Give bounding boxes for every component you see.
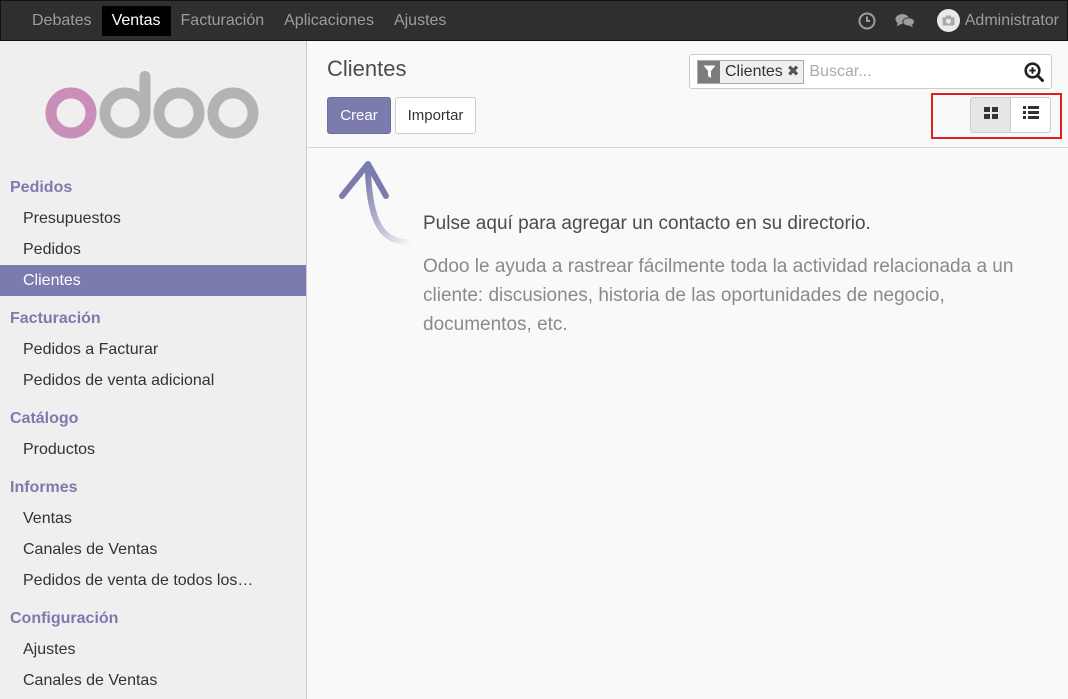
- help-text: Odoo le ayuda a rastrear fácilmente toda…: [423, 256, 1014, 335]
- kanban-view-button[interactable]: [970, 97, 1011, 133]
- sidebar-section-title: Configuración: [10, 610, 119, 627]
- menu-gap: [0, 465, 306, 472]
- sidebar-section-title: Facturación: [10, 310, 101, 327]
- clock-icon[interactable]: [857, 11, 877, 31]
- topnav-item[interactable]: Facturación: [171, 6, 275, 36]
- menu-gap: [0, 596, 306, 603]
- kanban-view-icon: [983, 106, 998, 124]
- sidebar-section-title: Catálogo: [10, 410, 79, 427]
- search-input[interactable]: Buscar...: [809, 63, 871, 81]
- search-facet-label: Clientes: [725, 62, 783, 80]
- sidebar-item[interactable]: Productos: [0, 434, 306, 465]
- topnav-item[interactable]: Ventas: [101, 5, 171, 36]
- sidebar-item[interactable]: Clientes: [0, 265, 306, 296]
- odoo-logo: [45, 71, 259, 139]
- list-view-icon: [1022, 106, 1039, 124]
- search-zoom-icon[interactable]: [1024, 62, 1044, 82]
- topnav-item[interactable]: Debates: [22, 6, 102, 36]
- systray: Administrator: [857, 1, 1067, 40]
- close-icon[interactable]: ✖: [787, 61, 804, 83]
- sidebar-item[interactable]: Ventas: [0, 503, 306, 534]
- sidebar-item[interactable]: Canales de Ventas: [0, 665, 306, 696]
- curved-arrow-icon: [339, 161, 415, 246]
- sidebar-item[interactable]: Presupuestos: [0, 203, 306, 234]
- chat-icon[interactable]: [895, 11, 915, 31]
- sidebar-item[interactable]: Ajustes: [0, 634, 306, 665]
- sidebar-item[interactable]: Pedidos: [0, 234, 306, 265]
- camera-icon[interactable]: [936, 9, 960, 32]
- user-menu[interactable]: Administrator: [965, 12, 1059, 30]
- page-title: Clientes: [327, 56, 407, 81]
- search-bar[interactable]: Clientes ✖ Buscar...: [689, 54, 1052, 89]
- sidebar-menu: Pedidos Presupuestos Pedidos Clientes Factur…: [0, 172, 306, 696]
- top-navbar: Debates Ventas Facturación Aplicaciones Ajus…: [0, 0, 1068, 41]
- control-panel-divider: [307, 147, 1068, 148]
- create-button[interactable]: Crear: [327, 97, 391, 134]
- import-button[interactable]: Importar: [395, 97, 476, 134]
- help-title: Pulse aquí para agregar un contacto en s…: [423, 213, 871, 234]
- sidebar-item[interactable]: Canales de Ventas: [0, 534, 306, 565]
- sidebar: Pedidos Presupuestos Pedidos Clientes Factur…: [0, 41, 307, 699]
- filter-icon: [698, 60, 720, 83]
- sidebar-item[interactable]: Pedidos de venta adicional: [0, 365, 306, 396]
- sidebar-section-title: Informes: [10, 479, 78, 496]
- sidebar-item[interactable]: Pedidos a Facturar: [0, 334, 306, 365]
- app-menu: Debates Ventas Facturación Aplicaciones Ajus…: [1, 1, 456, 40]
- search-facet: Clientes ✖: [697, 59, 805, 84]
- topnav-item[interactable]: Ajustes: [384, 6, 456, 36]
- menu-gap: [0, 396, 306, 403]
- topnav-item[interactable]: Aplicaciones: [274, 6, 384, 36]
- sidebar-section-title: Pedidos: [10, 179, 73, 196]
- menu-gap: [0, 296, 306, 303]
- list-view-button[interactable]: [1010, 97, 1051, 133]
- sidebar-item[interactable]: Pedidos de venta de todos los…: [0, 565, 306, 596]
